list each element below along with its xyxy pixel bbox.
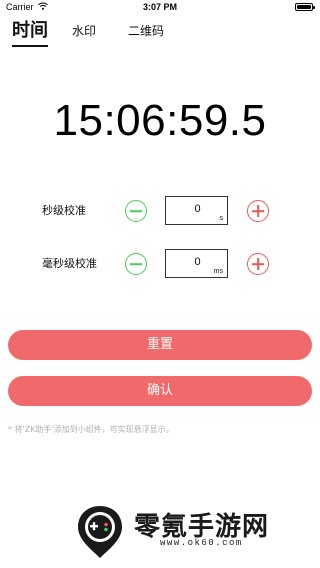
- battery-icon: [295, 3, 315, 11]
- milliseconds-calibration-label: 毫秒级校准: [42, 257, 97, 270]
- gamepad-pin-logo-icon: [78, 506, 122, 558]
- status-time: 3:07 PM: [142, 2, 177, 12]
- tab-bar: 时间 水印 二维码: [0, 16, 320, 46]
- site-watermark: 零氪手游网 www.ok60.com: [76, 502, 316, 562]
- milliseconds-calibration-row: 毫秒级校准 0 ms: [0, 249, 320, 279]
- active-tab-indicator: [12, 45, 48, 47]
- tab-time[interactable]: 时间: [12, 16, 48, 46]
- tab-watermark[interactable]: 水印: [72, 16, 96, 46]
- milliseconds-input[interactable]: 0 ms: [165, 249, 228, 278]
- milliseconds-unit: ms: [213, 268, 223, 275]
- milliseconds-increment-button[interactable]: [247, 253, 269, 275]
- seconds-calibration-label: 秒级校准: [42, 204, 86, 217]
- seconds-value: 0: [194, 203, 201, 215]
- tab-qrcode[interactable]: 二维码: [128, 16, 164, 46]
- milliseconds-value: 0: [194, 256, 201, 268]
- milliseconds-decrement-button[interactable]: [125, 253, 147, 275]
- widget-hint-text: * 将'ZK助手'添加到小组件，可实现悬浮显示。: [8, 425, 174, 434]
- watermark-url: www.ok60.com: [160, 538, 243, 548]
- seconds-decrement-button[interactable]: [125, 200, 147, 222]
- status-bar: Carrier 3:07 PM: [0, 0, 320, 16]
- clock-display: 15:06:59.5: [53, 96, 267, 145]
- seconds-increment-button[interactable]: [247, 200, 269, 222]
- confirm-button[interactable]: 确认: [8, 376, 312, 406]
- seconds-input[interactable]: 0 s: [165, 196, 228, 225]
- seconds-unit: s: [219, 215, 224, 222]
- reset-button[interactable]: 重置: [8, 330, 312, 360]
- seconds-calibration-row: 秒级校准 0 s: [0, 196, 320, 226]
